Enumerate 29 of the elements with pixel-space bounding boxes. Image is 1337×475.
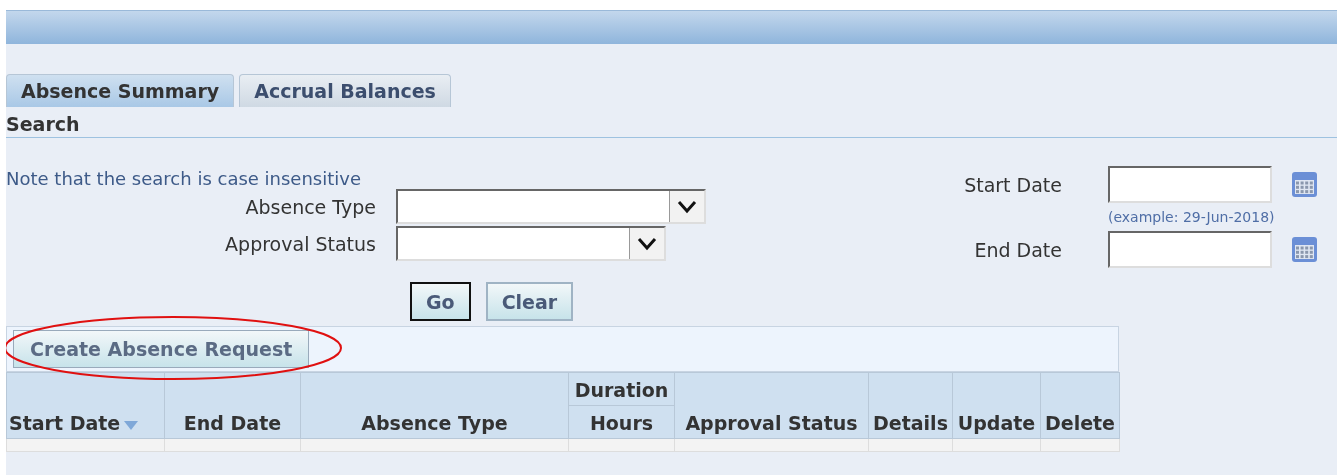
column-header[interactable]: Hours [568,405,675,439]
calendar-icon[interactable] [1291,236,1318,263]
search-note: Note that the search is case insensitive [6,168,363,189]
tab[interactable]: Accrual Balances [239,74,451,107]
column-header[interactable]: Approval Status [674,372,869,439]
chevron-down-icon [669,191,704,222]
column-header[interactable]: Update [952,372,1041,439]
calendar-icon[interactable] [1291,171,1318,198]
dropdown-field[interactable] [396,226,666,261]
field-label: Absence Type [244,195,376,218]
date-input[interactable] [1108,166,1272,203]
column-header[interactable]: Absence Type [300,372,569,439]
tab[interactable]: Absence Summary [6,74,235,107]
column-header[interactable]: Details [868,372,953,439]
column-header[interactable]: Delete [1040,372,1120,439]
field-label: End Date [973,238,1062,261]
clear-button[interactable]: Clear [485,282,574,321]
dropdown-field[interactable] [396,189,706,224]
field-label: Start Date [964,173,1062,196]
column-group-header: Duration [568,372,675,406]
date-input[interactable] [1108,231,1272,268]
section-heading: Search [6,107,1337,138]
date-format-hint: (example: 29-Jun-2018) [1108,209,1276,225]
column-header[interactable]: End Date [164,372,301,439]
column-header[interactable]: Start Date [6,372,165,439]
chevron-down-icon [629,228,664,259]
field-label: Approval Status [224,232,376,255]
go-button[interactable]: Go [410,282,471,321]
create-request-button[interactable]: Create Absence Request [13,330,310,368]
